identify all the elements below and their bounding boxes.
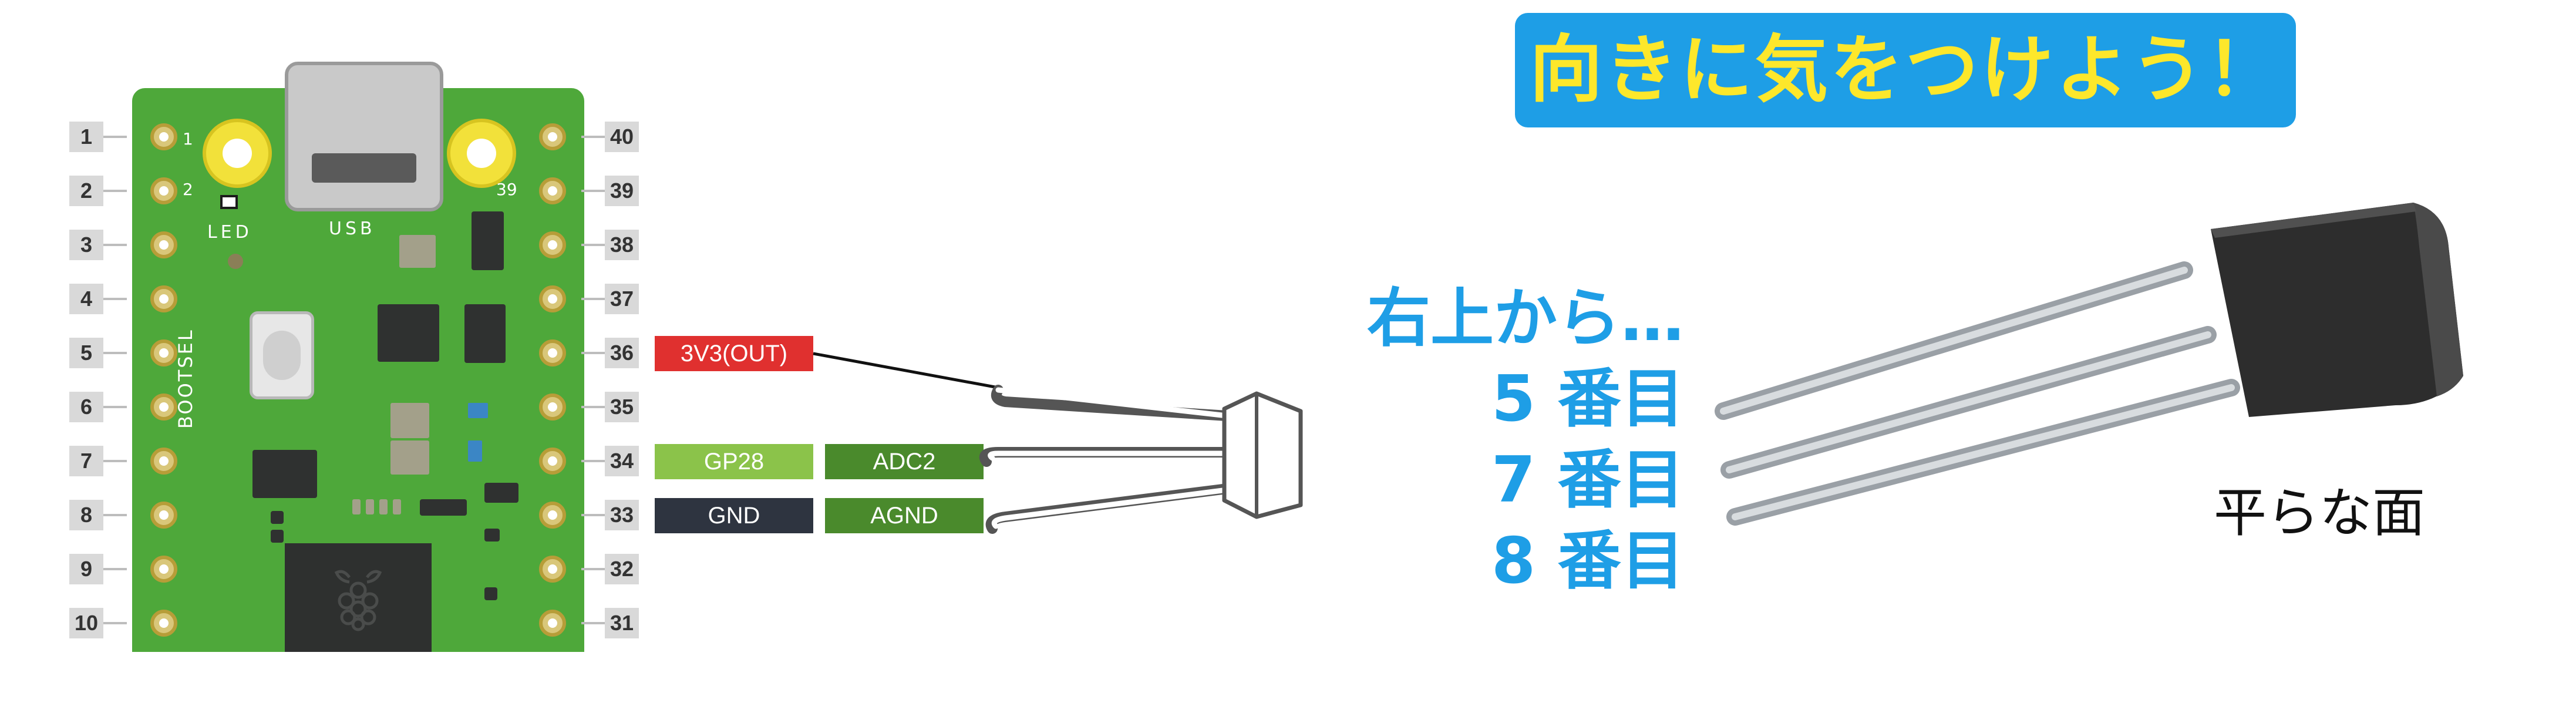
- wiring-diagram: LED USB 1 2 39 BOOTSEL 1 2 3 4 5 6 7 8 9…: [0, 0, 2576, 713]
- sensor-body-schematic: [1222, 391, 1303, 519]
- wire-3v3: [813, 352, 999, 389]
- instruction-pin-7: 7 番目: [1491, 443, 1685, 517]
- instruction-pin-8: 8 番目: [1491, 524, 1685, 598]
- orientation-warning-banner: 向きに気をつけよう！: [1515, 13, 2296, 127]
- flat-face-label: 平らな面: [2214, 482, 2425, 544]
- instruction-pin-5: 5 番目: [1491, 362, 1685, 436]
- instruction-from-top-right: 右上から…: [1367, 282, 1685, 355]
